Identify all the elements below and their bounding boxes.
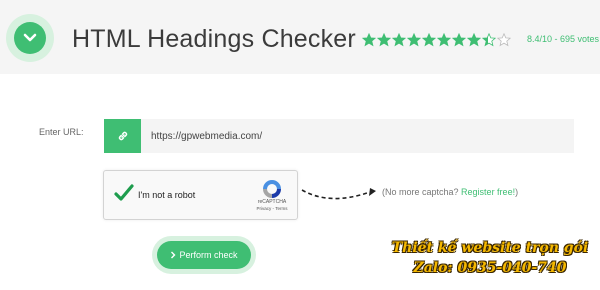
perform-check-label: Perform check <box>179 250 238 260</box>
star-icon[interactable] <box>497 33 511 47</box>
star-icon[interactable] <box>377 33 391 47</box>
star-icon[interactable] <box>467 33 481 47</box>
rating-text: 8.4/10 - 695 votes <box>527 34 600 44</box>
recaptcha-links[interactable]: Privacy - Terms <box>250 206 294 211</box>
dashed-arrow-icon <box>301 188 376 200</box>
star-icon[interactable] <box>362 33 376 47</box>
header-bar: HTML Headings Checker 8.4/10 - 695 votes <box>0 0 600 74</box>
captcha-label: I'm not a robot <box>138 190 196 200</box>
logo-circle[interactable] <box>14 22 46 54</box>
rating-stars[interactable] <box>362 33 511 47</box>
no-captcha-prefix: (No more captcha? <box>382 187 462 197</box>
recaptcha-logo-icon <box>263 180 281 198</box>
watermark-line-1: Thiết kế website trọn gói <box>391 240 589 256</box>
star-icon[interactable] <box>422 33 436 47</box>
perform-check-button[interactable]: Perform check <box>157 241 251 269</box>
link-icon <box>118 131 127 141</box>
star-icon[interactable] <box>482 33 496 47</box>
page-title: HTML Headings Checker <box>72 25 356 53</box>
perform-check-halo: Perform check <box>152 236 256 274</box>
register-link[interactable]: Register free! <box>461 187 515 197</box>
star-icon[interactable] <box>392 33 406 47</box>
logo-badge[interactable] <box>6 14 54 62</box>
chevron-right-icon <box>171 251 176 259</box>
recaptcha-brand: reCAPTCHA <box>257 199 287 205</box>
recaptcha-widget: I'm not a robot reCAPTCHA Privacy - Term… <box>103 170 298 220</box>
chevron-down-icon <box>23 33 37 42</box>
watermark: Thiết kế website trọn gói Zalo: 0935-040… <box>380 238 600 278</box>
star-icon[interactable] <box>437 33 451 47</box>
no-captcha-note: (No more captcha? Register free!) <box>382 187 518 197</box>
url-label: Enter URL: <box>39 127 84 137</box>
checkmark-icon[interactable] <box>114 183 134 203</box>
no-captcha-suffix: ) <box>515 187 519 197</box>
url-field-group <box>104 119 575 153</box>
star-icon[interactable] <box>452 33 466 47</box>
star-icon[interactable] <box>407 33 421 47</box>
url-input[interactable] <box>147 119 575 153</box>
link-button[interactable] <box>104 119 141 153</box>
watermark-line-2: Zalo: 0935-040-740 <box>413 260 567 276</box>
